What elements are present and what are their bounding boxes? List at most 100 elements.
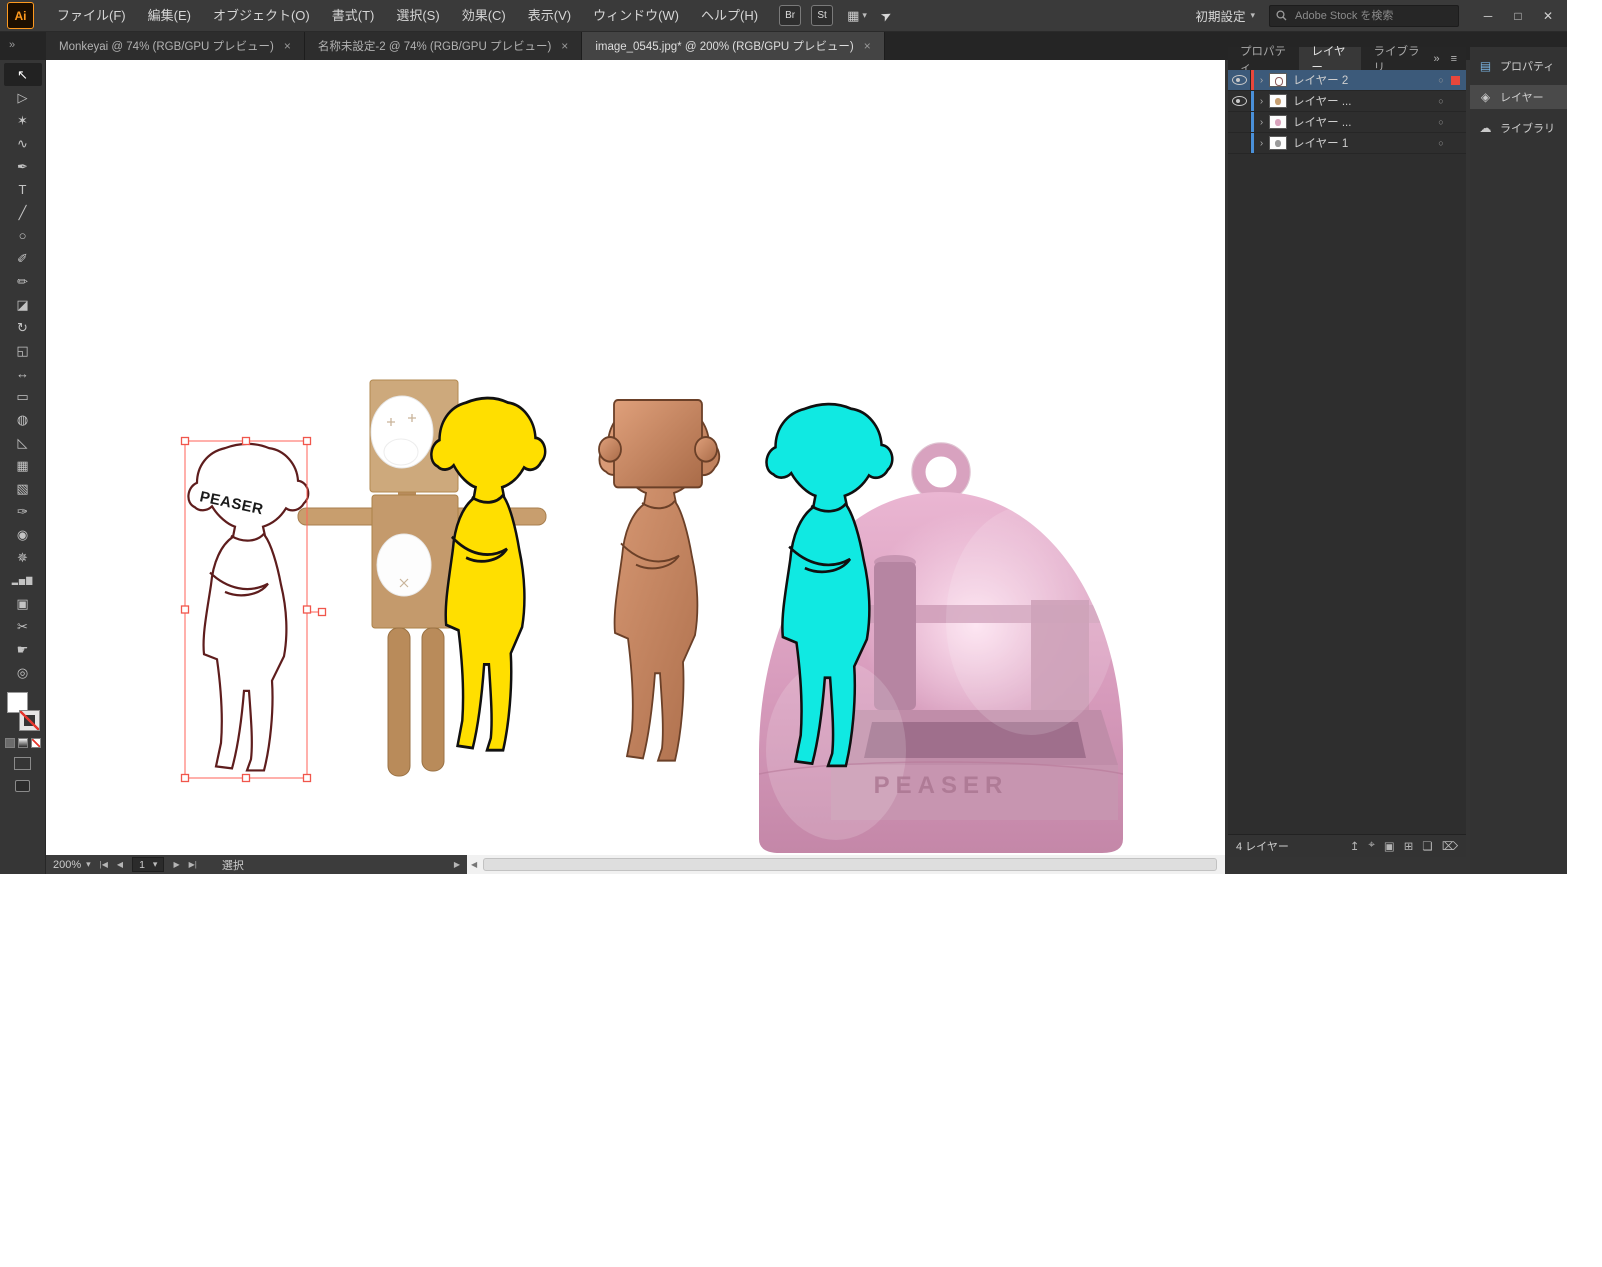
yellow-figure[interactable] (431, 398, 545, 750)
zoom-level-select[interactable]: 200% ▾ (53, 859, 91, 871)
close-icon[interactable]: × (284, 39, 291, 53)
color-button[interactable] (5, 738, 15, 748)
blend-tool[interactable]: ◉ (4, 523, 42, 546)
shape-builder-tool[interactable]: ◍ (4, 408, 42, 431)
status-expand-icon[interactable]: ▶ (454, 860, 460, 869)
free-transform-tool[interactable]: ▭ (4, 385, 42, 408)
search-input[interactable] (1293, 9, 1452, 23)
rotate-tool[interactable]: ↻ (4, 316, 42, 339)
zoom-tool[interactable]: ◎ (4, 661, 42, 684)
menu-type[interactable]: 書式(T) (321, 0, 386, 32)
locate-object-icon[interactable]: ⌖ (1368, 839, 1374, 853)
chevron-right-icon[interactable]: › (1254, 96, 1269, 107)
none-button[interactable] (31, 738, 41, 748)
eyedropper-tool[interactable]: ✑ (4, 500, 42, 523)
tab-properties[interactable]: プロパティ (1228, 47, 1299, 70)
visibility-toggle[interactable] (1228, 70, 1251, 90)
screen-mode-button[interactable] (15, 780, 30, 792)
panel-expand-icon[interactable]: » (1433, 53, 1439, 65)
target-circle-icon[interactable]: ○ (1431, 138, 1451, 148)
line-segment-tool[interactable]: ╱ (4, 201, 42, 224)
bridge-button[interactable]: Br (779, 5, 801, 26)
first-artboard-button[interactable]: |◀ (100, 860, 108, 869)
horizontal-scrollbar[interactable]: ◀ (467, 855, 1225, 874)
menu-file[interactable]: ファイル(F) (46, 0, 137, 32)
layer-name[interactable]: レイヤー 2 (1293, 72, 1431, 88)
visibility-toggle[interactable] (1228, 133, 1251, 153)
chevron-right-icon[interactable]: › (1254, 75, 1269, 86)
new-sublayer-icon[interactable]: ⊞ (1404, 839, 1414, 853)
chevron-right-icon[interactable]: › (1254, 117, 1269, 128)
artboard-canvas[interactable]: PEASER PEASER (46, 60, 1225, 855)
layer-row-3[interactable]: › レイヤー ... ○ (1228, 112, 1466, 133)
stock-button[interactable]: St (811, 5, 833, 26)
slice-tool[interactable]: ✂ (4, 615, 42, 638)
menu-edit[interactable]: 編集(E) (137, 0, 202, 32)
scroll-left-icon[interactable]: ◀ (467, 860, 481, 869)
menu-object[interactable]: オブジェクト(O) (202, 0, 321, 32)
artboard-tool[interactable]: ▣ (4, 592, 42, 615)
target-circle-icon[interactable]: ○ (1431, 75, 1451, 85)
scale-tool[interactable]: ◱ (4, 339, 42, 362)
pencil-tool[interactable]: ✏ (4, 270, 42, 293)
selection-tool[interactable]: ↖ (4, 63, 42, 86)
canvas-svg[interactable]: PEASER PEASER (46, 60, 1225, 855)
draw-mode-button[interactable] (14, 757, 31, 770)
dock-item-properties[interactable]: ▤ プロパティ (1470, 54, 1567, 78)
menu-window[interactable]: ウィンドウ(W) (582, 0, 690, 32)
magic-wand-tool[interactable]: ✶ (4, 109, 42, 132)
layer-row-2[interactable]: › レイヤー ... ○ (1228, 91, 1466, 112)
chevron-right-icon[interactable]: › (1254, 138, 1269, 149)
close-icon[interactable]: × (561, 39, 568, 53)
symbol-sprayer-tool[interactable]: ✵ (4, 546, 42, 569)
last-artboard-button[interactable]: ▶| (189, 860, 197, 869)
stroke-swatch[interactable] (20, 711, 39, 730)
dock-item-libraries[interactable]: ☁ ライブラリ (1470, 116, 1567, 140)
document-tab-2[interactable]: 名称未設定-2 @ 74% (RGB/GPU プレビュー) × (305, 32, 582, 60)
maximize-button[interactable]: □ (1503, 0, 1533, 32)
gradient-button[interactable] (18, 738, 28, 748)
new-layer-icon[interactable]: ❏ (1422, 839, 1432, 853)
minimize-button[interactable]: ─ (1473, 0, 1503, 32)
copper-figure[interactable] (599, 400, 719, 761)
previous-artboard-button[interactable]: ◀ (117, 860, 123, 869)
visibility-toggle[interactable] (1228, 112, 1251, 132)
artboard-navigation-input[interactable]: 1 ▾ (132, 857, 164, 872)
visibility-toggle[interactable] (1228, 91, 1251, 111)
layer-name[interactable]: レイヤー 1 (1293, 135, 1431, 151)
layer-name[interactable]: レイヤー ... (1293, 93, 1431, 109)
menu-view[interactable]: 表示(V) (517, 0, 582, 32)
outline-figure-selected[interactable]: PEASER (188, 444, 308, 771)
tab-layers[interactable]: レイヤー (1299, 47, 1361, 70)
column-graph-tool[interactable]: ▂▅▇ (4, 569, 42, 592)
document-tab-1[interactable]: Monkeyai @ 74% (RGB/GPU プレビュー) × (46, 32, 305, 60)
close-icon[interactable]: × (864, 39, 871, 53)
document-tab-3-active[interactable]: image_0545.jpg* @ 200% (RGB/GPU プレビュー) × (582, 32, 884, 60)
delete-layer-icon[interactable]: ⌦ (1442, 839, 1458, 853)
pen-tool[interactable]: ✒ (4, 155, 42, 178)
menu-help[interactable]: ヘルプ(H) (690, 0, 769, 32)
workspace-switcher[interactable]: 初期設定 ▾ (1195, 6, 1255, 25)
share-icon[interactable]: ➤ (878, 6, 895, 25)
mesh-tool[interactable]: ▦ (4, 454, 42, 477)
eraser-tool[interactable]: ◪ (4, 293, 42, 316)
menu-select[interactable]: 選択(S) (385, 0, 450, 32)
arrange-documents-button[interactable]: ▦ ▾ (847, 8, 867, 24)
clipping-mask-icon[interactable]: ▣ (1384, 839, 1395, 853)
next-artboard-button[interactable]: ▶ (173, 860, 179, 869)
scrollbar-thumb[interactable] (483, 858, 1217, 871)
close-button[interactable]: ✕ (1533, 0, 1563, 32)
panel-menu-icon[interactable]: ≡ (1451, 53, 1457, 65)
hand-tool[interactable]: ☛ (4, 638, 42, 661)
menu-effect[interactable]: 効果(C) (451, 0, 517, 32)
adobe-stock-search[interactable] (1269, 5, 1459, 27)
layer-row-4[interactable]: › レイヤー 1 ○ (1228, 133, 1466, 154)
fill-stroke-swatches[interactable] (6, 692, 40, 730)
layer-name[interactable]: レイヤー ... (1293, 114, 1431, 130)
collect-for-export-icon[interactable]: ↥ (1350, 839, 1360, 853)
target-circle-icon[interactable]: ○ (1431, 96, 1451, 106)
direct-selection-tool[interactable]: ▷ (4, 86, 42, 109)
type-tool[interactable]: T (4, 178, 42, 201)
fill-swatch[interactable] (7, 692, 28, 713)
gradient-tool[interactable]: ▧ (4, 477, 42, 500)
